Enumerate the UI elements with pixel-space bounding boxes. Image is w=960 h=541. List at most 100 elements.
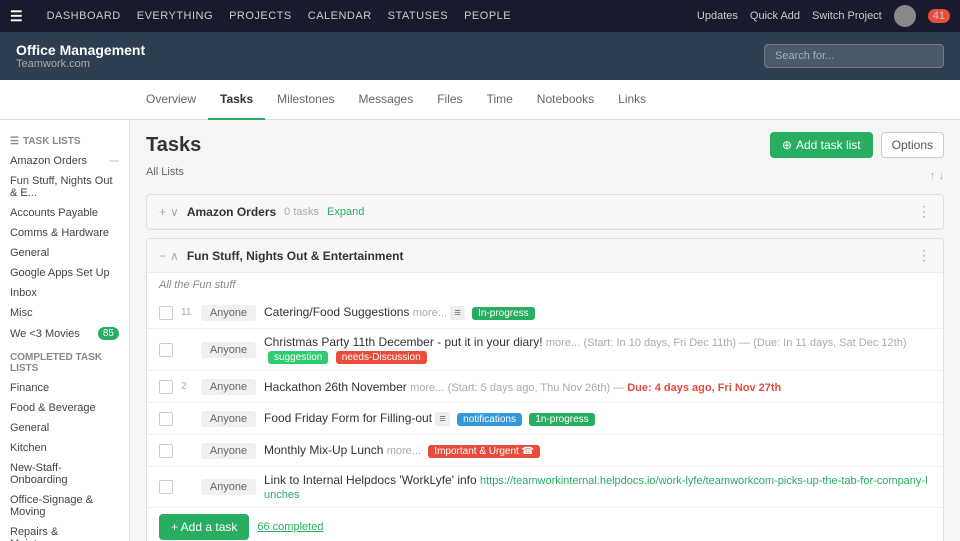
task-num: 11: [181, 307, 193, 318]
sidebar-item-repairs[interactable]: Repairs & Maintenance: [0, 522, 129, 541]
task-checkbox[interactable]: [159, 380, 173, 394]
switch-project-link[interactable]: Switch Project: [812, 10, 882, 22]
tab-overview[interactable]: Overview: [134, 80, 208, 120]
logo-mark: ☰: [10, 8, 23, 25]
controls: − ∧: [159, 249, 179, 263]
table-row: Anyone Monthly Mix-Up Lunch more... Impo…: [147, 435, 943, 467]
task-count: 0 tasks: [284, 206, 319, 218]
task-name: Hackathon 26th November more... (Start: …: [264, 380, 931, 394]
sidebar-item-new-staff[interactable]: New-Staff-Onboarding: [0, 458, 129, 490]
sidebar: ☰ Task lists Amazon Orders Fun Stuff, Ni…: [0, 120, 130, 541]
options-button[interactable]: Options: [881, 132, 944, 158]
notification-badge[interactable]: 41: [928, 9, 950, 23]
sort-indicator[interactable]: ↑ ↓: [930, 170, 944, 182]
sidebar-item-office-signage[interactable]: Office-Signage & Moving: [0, 490, 129, 522]
list-options-icon[interactable]: ⋮: [917, 203, 931, 220]
tab-tasks[interactable]: Tasks: [208, 80, 265, 120]
sidebar-item-general-completed[interactable]: General: [0, 418, 129, 438]
sidebar-item-fun-stuff[interactable]: Fun Stuff, Nights Out & E...: [0, 171, 129, 203]
tab-files[interactable]: Files: [425, 80, 474, 120]
plus-icon: ⊕: [782, 138, 792, 152]
file-icon: ≡: [435, 412, 449, 426]
collapse-icon[interactable]: ∨: [170, 205, 179, 219]
sidebar-item-inbox[interactable]: Inbox: [0, 283, 129, 303]
project-info: Office Management Teamwork.com: [16, 42, 145, 70]
header-actions: ⊕ Add task list Options: [770, 132, 944, 158]
task-checkbox[interactable]: [159, 306, 173, 320]
nav-people[interactable]: People: [464, 10, 511, 22]
sidebar-item-general[interactable]: General: [0, 243, 129, 263]
content-area: Tasks ⊕ Add task list Options All Lists …: [130, 120, 960, 541]
completed-link[interactable]: 66 completed: [257, 521, 323, 533]
add-task-button[interactable]: + Add a task: [159, 514, 249, 540]
tab-milestones[interactable]: Milestones: [265, 80, 346, 120]
sidebar-item-comms-hardware[interactable]: Comms & Hardware: [0, 223, 129, 243]
more-link[interactable]: more...: [410, 382, 444, 394]
tag-inprogress: 1n-progress: [529, 413, 594, 426]
sidebar-item-kitchen[interactable]: Kitchen: [0, 438, 129, 458]
expand-link[interactable]: Expand: [327, 206, 364, 218]
page-title: Tasks: [146, 134, 201, 157]
more-link[interactable]: more...: [413, 307, 447, 319]
top-nav-right: Updates Quick Add Switch Project 41: [697, 5, 950, 27]
tag-discussion: needs-Discussion: [336, 351, 427, 364]
task-checkbox[interactable]: [159, 480, 173, 494]
task-checkbox[interactable]: [159, 444, 173, 458]
updates-link[interactable]: Updates: [697, 10, 738, 22]
controls: + ∨: [159, 205, 179, 219]
tab-notebooks[interactable]: Notebooks: [525, 80, 606, 120]
sidebar-item-finance[interactable]: Finance: [0, 378, 129, 398]
task-checkbox[interactable]: [159, 412, 173, 426]
task-name: Catering/Food Suggestions more... ≡ In-p…: [264, 305, 931, 320]
sidebar-item-accounts-payable[interactable]: Accounts Payable: [0, 203, 129, 223]
helpdocs-link[interactable]: https://teamworkinternal.helpdocs.io/wor…: [264, 475, 928, 501]
avatar[interactable]: [894, 5, 916, 27]
main-layout: ☰ Task lists Amazon Orders Fun Stuff, Ni…: [0, 120, 960, 541]
tab-time[interactable]: Time: [475, 80, 525, 120]
task-checkbox[interactable]: [159, 343, 173, 357]
header-left: + ∨ Amazon Orders 0 tasks Expand: [159, 205, 364, 219]
task-name: Food Friday Form for Filling-out ≡ notif…: [264, 411, 931, 426]
task-assignee[interactable]: Anyone: [201, 342, 256, 358]
sidebar-item-we-love-movies[interactable]: We <3 Movies 85: [0, 323, 129, 344]
list-name: Amazon Orders: [187, 205, 276, 219]
expand-icon[interactable]: +: [159, 205, 166, 219]
task-list-amazon-orders: + ∨ Amazon Orders 0 tasks Expand ⋮: [146, 194, 944, 230]
nav-statuses[interactable]: Statuses: [388, 10, 448, 22]
nav-dashboard[interactable]: Dashboard: [47, 10, 121, 22]
tag-suggestion: suggestion: [268, 351, 328, 364]
more-link[interactable]: more...: [387, 445, 421, 457]
nav-calendar[interactable]: Calendar: [308, 10, 372, 22]
minus-icon[interactable]: −: [159, 249, 166, 263]
sidebar-item-misc[interactable]: Misc: [0, 303, 129, 323]
quick-add-link[interactable]: Quick Add: [750, 10, 800, 22]
task-list-header-amazon[interactable]: + ∨ Amazon Orders 0 tasks Expand ⋮: [147, 195, 943, 229]
search-input[interactable]: [764, 44, 944, 68]
sidebar-item-food-beverage[interactable]: Food & Beverage: [0, 398, 129, 418]
due-overdue: Due: 4 days ago, Fri Nov 27th: [627, 382, 781, 394]
completed-section-title: Completed task lists: [0, 344, 129, 378]
sidebar-item-amazon-orders[interactable]: Amazon Orders: [0, 151, 129, 171]
add-task-row: + Add a task 66 completed: [147, 508, 943, 541]
list-options-icon[interactable]: ⋮: [917, 247, 931, 264]
file-icon: ≡: [450, 306, 464, 320]
add-task-list-button[interactable]: ⊕ Add task list: [770, 132, 873, 158]
nav-projects[interactable]: Projects: [229, 10, 292, 22]
table-row: Anyone Link to Internal Helpdocs 'WorkLy…: [147, 467, 943, 508]
sidebar-item-google-apps[interactable]: Google Apps Set Up: [0, 263, 129, 283]
collapse-icon[interactable]: ∧: [170, 249, 179, 263]
nav-everything[interactable]: Everything: [137, 10, 213, 22]
task-assignee[interactable]: Anyone: [201, 305, 256, 321]
tab-links[interactable]: Links: [606, 80, 658, 120]
task-list-header-fun-stuff[interactable]: − ∧ Fun Stuff, Nights Out & Entertainmen…: [147, 239, 943, 273]
task-assignee[interactable]: Anyone: [201, 479, 256, 495]
tag-inprogress: In-progress: [472, 307, 535, 320]
more-link[interactable]: more...: [546, 337, 580, 349]
date-info: (Start: 5 days ago, Thu Nov 26th) —: [448, 382, 628, 394]
tab-messages[interactable]: Messages: [347, 80, 426, 120]
task-assignee[interactable]: Anyone: [201, 411, 256, 427]
task-lists-section-title: ☰ Task lists: [0, 128, 129, 151]
task-assignee[interactable]: Anyone: [201, 379, 256, 395]
task-assignee[interactable]: Anyone: [201, 443, 256, 459]
list-name: Fun Stuff, Nights Out & Entertainment: [187, 249, 404, 263]
